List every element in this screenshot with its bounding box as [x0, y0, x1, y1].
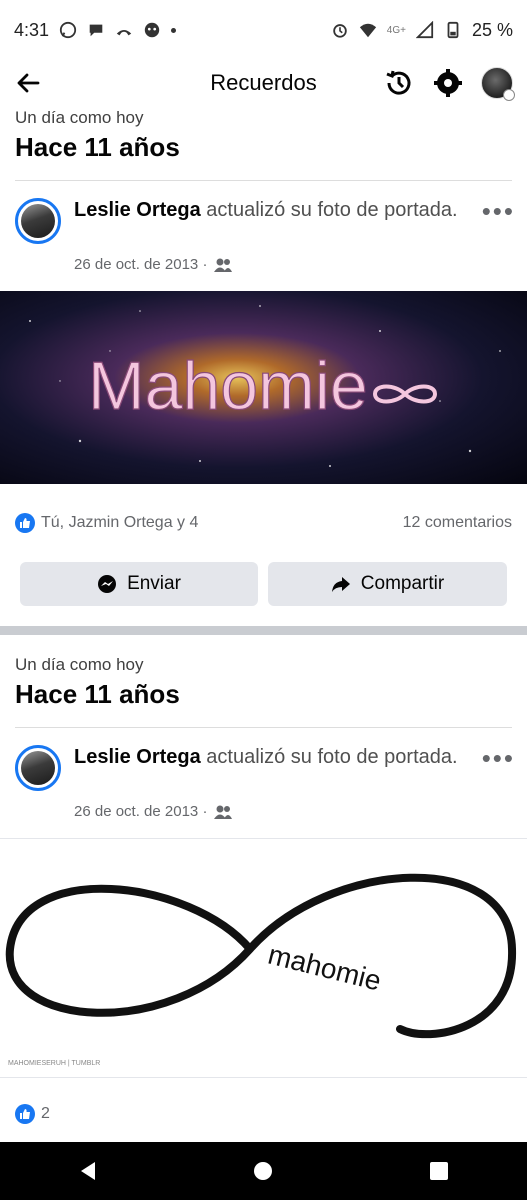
signal-icon: [415, 21, 434, 39]
post-action: actualizó su foto de portada.: [206, 199, 458, 221]
more-icon[interactable]: •••: [482, 743, 515, 774]
send-button[interactable]: Enviar: [20, 562, 258, 606]
top-bar: Recuerdos: [0, 60, 527, 106]
memory-subtitle: Un día como hoy: [15, 655, 144, 674]
post-description: Leslie Ortega actualizó su foto de porta…: [74, 196, 467, 224]
divider: [15, 180, 512, 181]
cover-photo[interactable]: mahomie MAHOMIESERUH | TUMBLR: [0, 838, 527, 1078]
reactions-row: 2: [15, 1104, 512, 1124]
history-icon[interactable]: [383, 67, 415, 99]
wifi-icon: [359, 23, 376, 38]
more-icon[interactable]: •••: [482, 196, 515, 227]
profile-avatar[interactable]: [481, 67, 515, 101]
missed-call-icon: [116, 30, 132, 36]
status-time: 4:31: [14, 19, 50, 40]
home-icon[interactable]: [252, 1160, 274, 1182]
alarm-icon: [333, 24, 347, 38]
section-separator: [0, 626, 527, 635]
memory-header: Un día como hoy Hace 11 años: [0, 655, 527, 710]
system-nav-bar: [0, 1142, 527, 1200]
comments-count[interactable]: 12 comentarios: [403, 514, 512, 532]
post-meta: 26 de oct. de 2013 ·: [74, 256, 233, 273]
network-type: 4G+: [386, 24, 406, 36]
more-notifications-dot: [171, 27, 177, 33]
cover-text: Mahomie: [88, 348, 368, 424]
post-date[interactable]: 26 de oct. de 2013 ·: [74, 803, 207, 820]
friends-icon: [214, 258, 233, 272]
cover-text: mahomie: [265, 939, 384, 997]
memory-subtitle: Un día como hoy: [15, 108, 144, 127]
battery-icon: [447, 21, 459, 39]
share-label: Compartir: [360, 573, 445, 594]
author-name[interactable]: Leslie Ortega: [74, 199, 201, 221]
back-icon[interactable]: [77, 1160, 99, 1182]
battery-percent: 25 %: [471, 19, 513, 40]
reactions-text: Tú, Jazmin Ortega y 4: [41, 514, 199, 531]
watermark: MAHOMIESERUH | TUMBLR: [8, 1060, 100, 1067]
chat-bubble-icon: [89, 24, 103, 37]
app-notification-icon: [144, 22, 160, 38]
reactions-row: Tú, Jazmin Ortega y 4 12 comentarios: [15, 513, 512, 533]
author-name[interactable]: Leslie Ortega: [74, 746, 201, 768]
like-icon: [15, 513, 35, 533]
infinity-symbol: [372, 384, 438, 404]
back-arrow-icon[interactable]: [14, 69, 42, 97]
send-label: Enviar: [127, 573, 181, 594]
whatsapp-icon: [59, 21, 77, 39]
author-avatar[interactable]: [15, 745, 61, 791]
share-button[interactable]: Compartir: [268, 562, 507, 606]
divider: [15, 727, 512, 728]
recents-icon[interactable]: [428, 1160, 450, 1182]
post-action: actualizó su foto de portada.: [206, 746, 458, 768]
infinity-image: mahomie MAHOMIESERUH | TUMBLR: [5, 873, 517, 1067]
memory-header: Un día como hoy Hace 11 años: [0, 108, 527, 163]
post-description: Leslie Ortega actualizó su foto de porta…: [74, 743, 467, 771]
galaxy-image: Mahomie: [29, 305, 501, 467]
like-icon: [15, 1104, 35, 1124]
reactions-text: 2: [41, 1105, 50, 1122]
memory-title: Hace 11 años: [15, 132, 180, 162]
friends-icon: [214, 805, 233, 819]
gear-icon[interactable]: [433, 68, 463, 98]
status-bar: 4:31 4G+ 25 %: [0, 0, 527, 60]
author-avatar[interactable]: [15, 198, 61, 244]
memory-title: Hace 11 años: [15, 679, 180, 709]
post-meta: 26 de oct. de 2013 ·: [74, 803, 233, 820]
post-date[interactable]: 26 de oct. de 2013 ·: [74, 256, 207, 273]
cover-photo[interactable]: Mahomie: [0, 291, 527, 484]
messenger-icon: [98, 575, 117, 593]
share-arrow-icon: [331, 577, 350, 592]
reactions-summary[interactable]: 2: [15, 1104, 50, 1124]
reactions-summary[interactable]: Tú, Jazmin Ortega y 4: [15, 513, 198, 533]
